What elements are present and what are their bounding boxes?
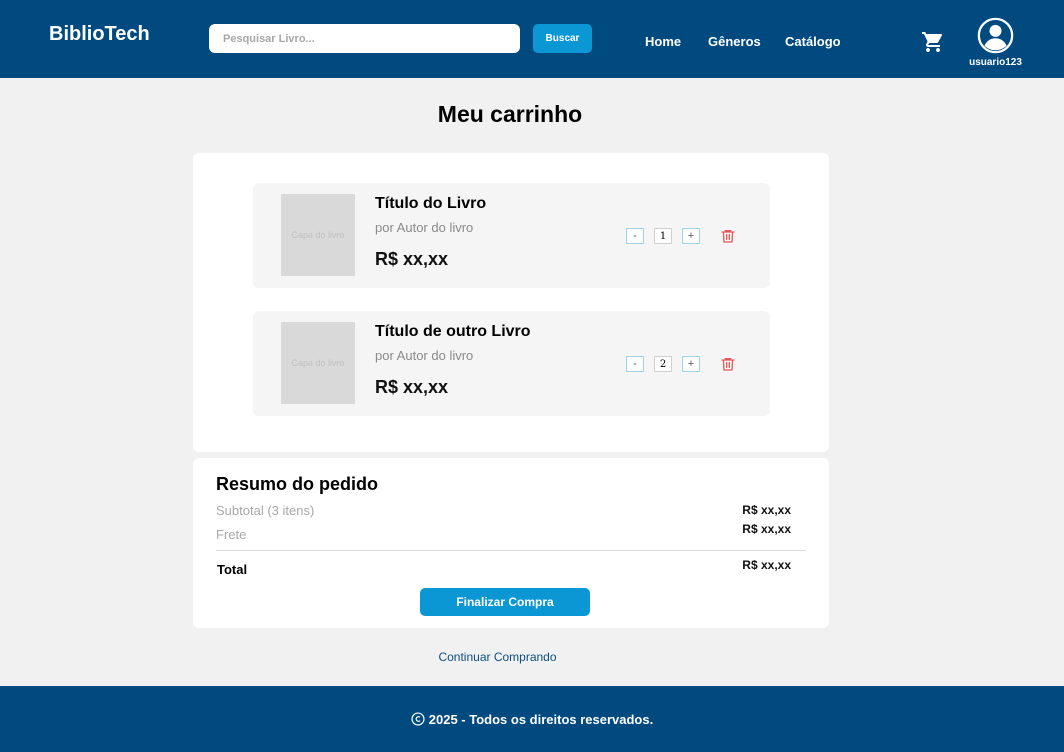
footer-text: 2025 - Todos os direitos reservados.: [428, 711, 654, 727]
page-title: Meu carrinho: [437, 101, 583, 127]
total-value: R$ xx,xx: [742, 558, 791, 572]
total-label: Total: [217, 562, 248, 577]
summary-title: Resumo do pedido: [216, 474, 378, 494]
nav-genres[interactable]: Gêneros: [708, 34, 761, 49]
cart-item: Capa do livro Título do Livro por Autor …: [253, 183, 770, 288]
quantity-value[interactable]: 2: [654, 356, 672, 372]
trash-icon[interactable]: [720, 228, 736, 244]
copyright-icon: [411, 712, 425, 726]
header-bar: BiblioTech Buscar Home Gêneros Catálogo …: [0, 0, 1064, 78]
book-cover-placeholder: Capa do livro: [281, 322, 355, 404]
book-cover-placeholder: Capa do livro: [281, 194, 355, 276]
nav-catalog[interactable]: Catálogo: [785, 34, 841, 49]
decrease-quantity-button[interactable]: -: [626, 228, 644, 244]
cart-icon[interactable]: [921, 30, 945, 54]
user-circle-icon[interactable]: [977, 17, 1014, 54]
shipping-value: R$ xx,xx: [742, 522, 791, 536]
order-summary-card: Resumo do pedido Subtotal (3 itens) R$ x…: [193, 458, 829, 628]
increase-quantity-button[interactable]: +: [682, 356, 700, 372]
brand-logo[interactable]: BiblioTech: [49, 23, 150, 46]
search-button[interactable]: Buscar: [533, 24, 592, 53]
continue-shopping-link[interactable]: Continuar Comprando: [0, 650, 995, 664]
search-input[interactable]: [209, 24, 520, 53]
cart-item: Capa do livro Título de outro Livro por …: [253, 311, 770, 416]
book-price: R$ xx,xx: [375, 249, 449, 269]
subtotal-label: Subtotal (3 itens): [216, 503, 315, 518]
quantity-value[interactable]: 1: [654, 228, 672, 244]
book-title[interactable]: Título do Livro: [375, 195, 486, 213]
footer: 2025 - Todos os direitos reservados.: [0, 686, 1064, 752]
book-title[interactable]: Título de outro Livro: [375, 323, 531, 341]
summary-divider: [216, 550, 806, 551]
nav-home[interactable]: Home: [645, 34, 681, 49]
increase-quantity-button[interactable]: +: [682, 228, 700, 244]
cart-items-card: Capa do livro Título do Livro por Autor …: [193, 153, 829, 452]
checkout-button[interactable]: Finalizar Compra: [420, 588, 590, 616]
book-author: por Autor do livro: [375, 348, 474, 363]
shipping-label: Frete: [216, 527, 247, 542]
username-label: usuario123: [969, 57, 1022, 68]
trash-icon[interactable]: [720, 356, 736, 372]
book-price: R$ xx,xx: [375, 377, 449, 397]
book-author: por Autor do livro: [375, 220, 474, 235]
decrease-quantity-button[interactable]: -: [626, 356, 644, 372]
subtotal-value: R$ xx,xx: [742, 503, 791, 517]
